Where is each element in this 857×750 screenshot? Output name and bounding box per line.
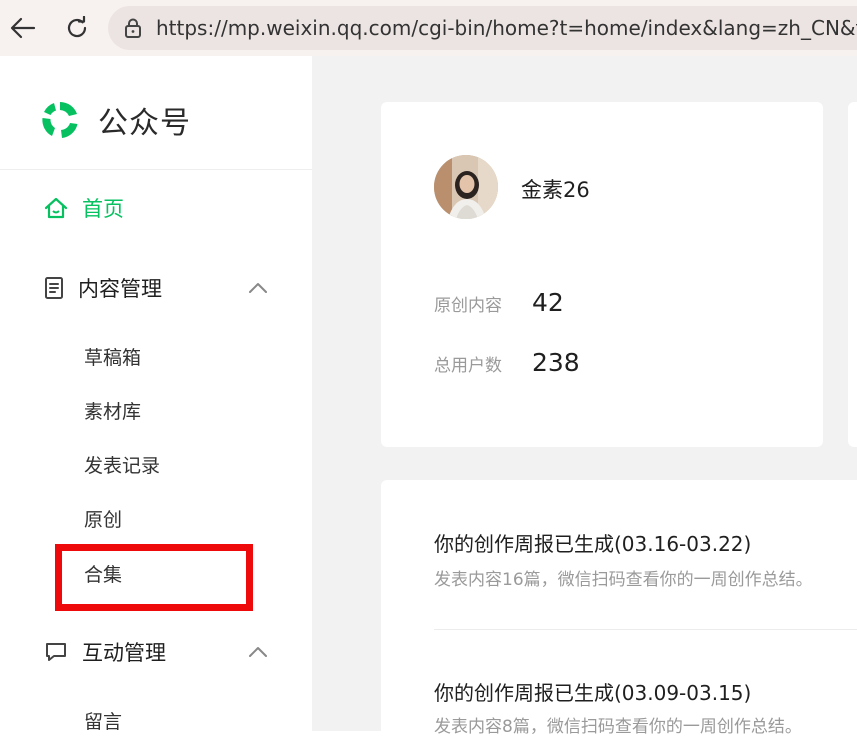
chevron-up-icon[interactable] [248,281,268,295]
sidebar-item-label: 互动管理 [82,641,166,665]
reload-button[interactable] [58,9,96,47]
stat-label-total-users: 总用户数 [434,356,502,376]
highlight-box [55,544,253,611]
notification-subtitle: 发表内容8篇，微信扫码查看你的一周创作总结。 [434,717,802,737]
sidebar-divider [0,169,312,170]
home-icon [44,197,68,219]
page-body: 公众号 首页 内容管理 草稿箱 素材库 发表记录 原创 合集 互动管理 留言 金… [0,56,857,750]
notification-card: 你的创作周报已生成(03.16-03.22) 发表内容16篇，微信扫码查看你的一… [381,480,857,750]
browser-toolbar: https://mp.weixin.qq.com/cgi-bin/home?t=… [0,0,857,56]
site-info-icon[interactable] [122,17,144,39]
sidebar-item-original[interactable]: 原创 [84,506,122,534]
reload-icon [67,16,87,38]
sidebar-item-comments[interactable]: 留言 [84,708,122,736]
logo-text: 公众号 [98,106,191,141]
sidebar-item-drafts[interactable]: 草稿箱 [84,344,141,372]
comment-icon [46,643,66,661]
side-card [848,102,857,447]
sidebar: 公众号 首页 内容管理 草稿箱 素材库 发表记录 原创 合集 互动管理 留言 [0,56,312,733]
sidebar-item-interaction-management[interactable]: 互动管理 [44,636,166,668]
avatar[interactable] [434,155,498,219]
document-icon [45,277,63,299]
address-bar[interactable]: https://mp.weixin.qq.com/cgi-bin/home?t=… [108,6,857,50]
notification-subtitle: 发表内容16篇，微信扫码查看你的一周创作总结。 [434,570,813,590]
stat-value-original-content: 42 [532,288,564,317]
notification-title[interactable]: 你的创作周报已生成(03.16-03.22) [434,528,751,557]
sidebar-item-home[interactable]: 首页 [44,192,124,224]
sidebar-item-content-management[interactable]: 内容管理 [44,272,162,304]
url-text: https://mp.weixin.qq.com/cgi-bin/home?t=… [156,16,857,40]
back-button[interactable] [4,9,42,47]
stat-label-original-content: 原创内容 [434,296,502,316]
chevron-up-icon[interactable] [248,645,268,659]
sidebar-item-publish-records[interactable]: 发表记录 [84,452,160,480]
sidebar-item-label: 首页 [82,197,124,221]
sidebar-item-materials[interactable]: 素材库 [84,398,141,426]
wechat-official-account-logo-icon [42,101,78,138]
account-name: 金素26 [521,178,590,202]
account-overview-card: 金素26 原创内容 42 总用户数 238 [381,102,823,447]
notification-title[interactable]: 你的创作周报已生成(03.09-03.15) [434,677,751,706]
back-arrow-icon [10,17,36,39]
notification-divider [434,629,857,630]
stat-value-total-users: 238 [532,348,580,377]
logo[interactable]: 公众号 [38,98,191,142]
sidebar-item-label: 内容管理 [78,277,162,301]
